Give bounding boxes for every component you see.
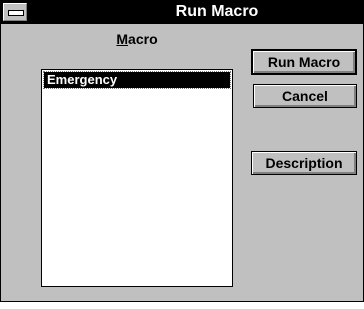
- macro-label-mnemonic: M: [116, 31, 129, 47]
- system-menu-bar-glyph: [8, 10, 24, 16]
- macro-listbox[interactable]: Emergency: [41, 69, 233, 287]
- backdrop: [0, 302, 364, 309]
- run-macro-dialog: Run Macro Macro Emergency Run Macro Canc…: [0, 0, 364, 302]
- title-bar[interactable]: Run Macro: [1, 1, 363, 24]
- run-macro-button[interactable]: Run Macro: [251, 49, 357, 75]
- window-title: Run Macro: [175, 3, 259, 20]
- cancel-button[interactable]: Cancel: [253, 84, 357, 108]
- list-item[interactable]: Emergency: [43, 71, 231, 89]
- macro-list-label: Macro: [41, 31, 233, 47]
- system-menu-icon[interactable]: [3, 3, 27, 21]
- macro-label-rest: acro: [128, 31, 158, 47]
- description-button[interactable]: Description: [251, 151, 357, 175]
